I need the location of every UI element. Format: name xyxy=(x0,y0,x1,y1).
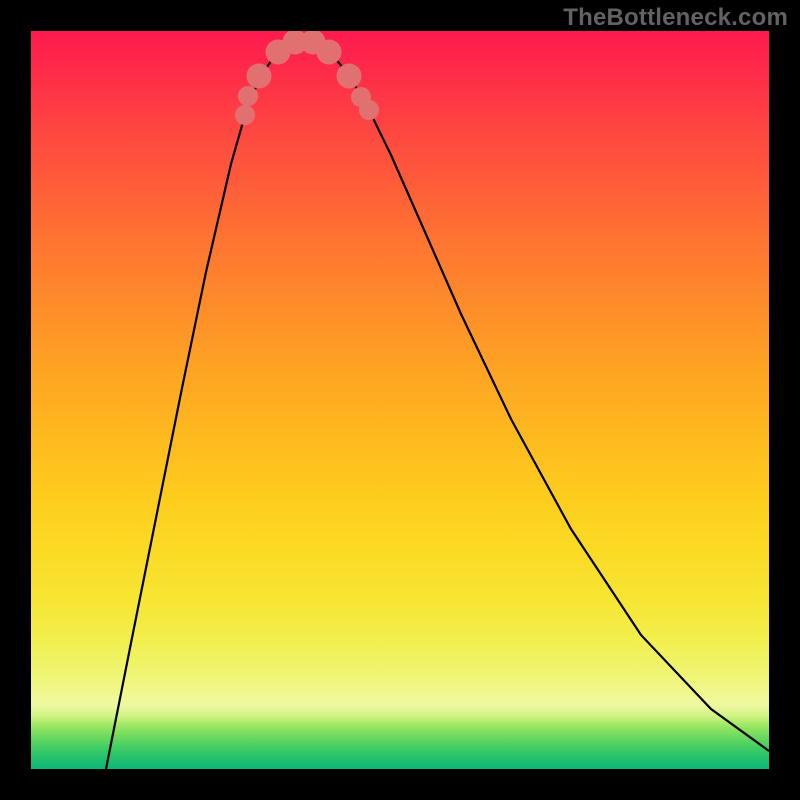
chart-frame xyxy=(31,31,769,769)
chart-background-gradient xyxy=(31,31,769,769)
watermark-text: TheBottleneck.com xyxy=(563,4,788,32)
